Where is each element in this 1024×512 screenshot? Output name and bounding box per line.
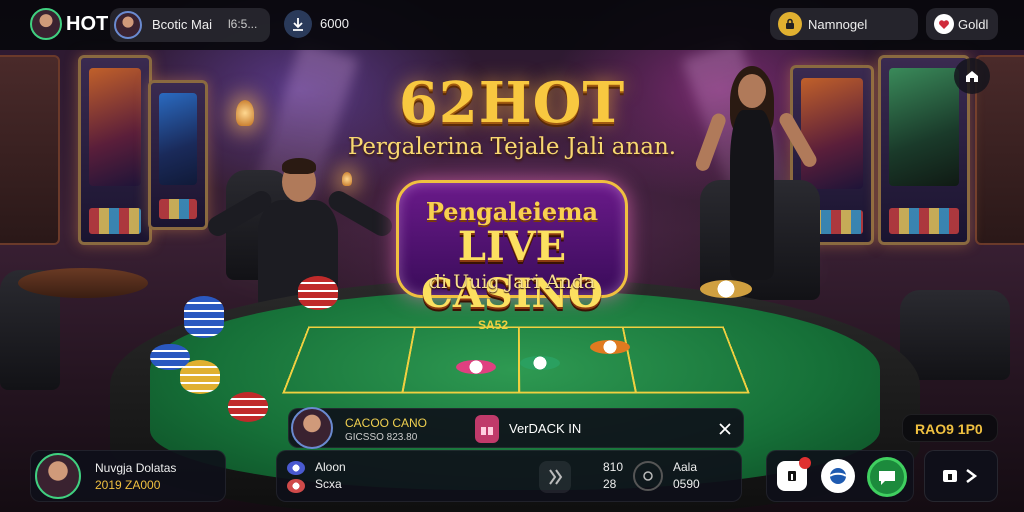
chip-stack bbox=[184, 296, 224, 338]
heart-icon bbox=[934, 14, 954, 34]
gold-label: Goldl bbox=[958, 17, 989, 32]
timer-icon[interactable] bbox=[633, 461, 663, 491]
stat-value2-top: Aala bbox=[673, 460, 698, 474]
hero-title: 62HOT bbox=[398, 70, 626, 136]
stats-panel: Aloon Scxa 810 28 Aala 0590 bbox=[276, 450, 742, 502]
player-card[interactable]: Nuvgja Dolatas 2019 ZA000 bbox=[30, 450, 226, 502]
dealer-chat-bar: CACOO CANO GICSSO 823.80 VerDACK IN bbox=[288, 407, 744, 449]
dealer-sub: GICSSO 823.80 bbox=[345, 432, 418, 443]
stat-value2-bottom: 0590 bbox=[673, 477, 700, 491]
gold-pill[interactable]: Goldl bbox=[926, 8, 998, 40]
home-icon bbox=[966, 71, 978, 82]
close-icon[interactable] bbox=[713, 417, 737, 441]
nav-pill[interactable]: Namnogel bbox=[770, 8, 918, 40]
side-table bbox=[18, 268, 148, 298]
chip-stack bbox=[180, 360, 220, 394]
notification-badge bbox=[799, 457, 811, 469]
next-icon bbox=[943, 469, 978, 483]
globe-button[interactable] bbox=[821, 459, 855, 493]
badge-line-1: Pengaleiema bbox=[425, 197, 599, 226]
odds-label: RAO9 1P0 bbox=[915, 421, 983, 437]
live-casino-badge: Pengaleiema LIVE CASINO di Uuig Jari And… bbox=[396, 180, 628, 317]
bell-icon bbox=[788, 471, 796, 481]
chip-icon bbox=[287, 479, 305, 493]
action-bar bbox=[766, 450, 914, 502]
chip bbox=[590, 340, 630, 354]
gift-icon[interactable] bbox=[475, 415, 499, 443]
stat-value1-bottom: 28 bbox=[603, 477, 617, 491]
player-balance: 2019 ZA000 bbox=[95, 478, 161, 492]
chip bbox=[520, 356, 560, 370]
top-bar: HOT Bcotic Mai l6:5... 6000 Namnogel Gol… bbox=[0, 0, 1024, 50]
stat-row1-label: Aloon bbox=[315, 460, 346, 474]
shuffle-icon[interactable] bbox=[539, 461, 571, 493]
brand-avatar[interactable] bbox=[30, 8, 62, 40]
stat-row2-label: Scxa bbox=[315, 477, 342, 491]
user-sub: l6:5... bbox=[228, 17, 258, 31]
badge-line-2: LIVE CASINO bbox=[421, 223, 603, 317]
user-avatar bbox=[114, 11, 142, 39]
home-button[interactable] bbox=[954, 58, 990, 94]
odds-tag: RAO9 1P0 bbox=[902, 414, 998, 442]
player-avatar bbox=[35, 453, 81, 499]
chat-icon bbox=[879, 471, 895, 485]
next-button[interactable] bbox=[924, 450, 998, 502]
globe-icon bbox=[829, 468, 847, 484]
user-pill[interactable]: Bcotic Mai l6:5... bbox=[110, 8, 270, 42]
chip bbox=[456, 360, 496, 374]
betting-layout bbox=[282, 326, 750, 394]
balance-value: 6000 bbox=[320, 16, 349, 31]
player-name: Nuvgja Dolatas bbox=[95, 461, 177, 475]
dealer-name: CACOO CANO bbox=[345, 416, 428, 430]
lock-icon bbox=[778, 12, 802, 36]
dealer-avatar[interactable] bbox=[291, 407, 333, 449]
brand-label: HOT bbox=[66, 13, 109, 35]
chat-message: VerDACK IN bbox=[509, 421, 582, 436]
hero-subtitle: Pergalerina Tejale Jali anan. bbox=[347, 134, 677, 160]
chip-stack bbox=[298, 276, 338, 310]
badge-line-3: di Uuig Jari Anda bbox=[428, 271, 596, 293]
stat-value1-top: 810 bbox=[603, 460, 624, 474]
notification-button[interactable] bbox=[777, 457, 811, 491]
betting-box-label: SA52 bbox=[478, 318, 509, 332]
chair bbox=[900, 290, 1010, 380]
chip-stack bbox=[150, 344, 190, 370]
chat-button[interactable] bbox=[867, 457, 907, 497]
chip-stack bbox=[228, 392, 268, 422]
user-name: Bcotic Mai bbox=[152, 17, 212, 32]
chip bbox=[700, 280, 752, 298]
chip-icon bbox=[287, 461, 305, 475]
download-icon[interactable] bbox=[284, 10, 312, 38]
nav-label: Namnogel bbox=[808, 17, 868, 32]
